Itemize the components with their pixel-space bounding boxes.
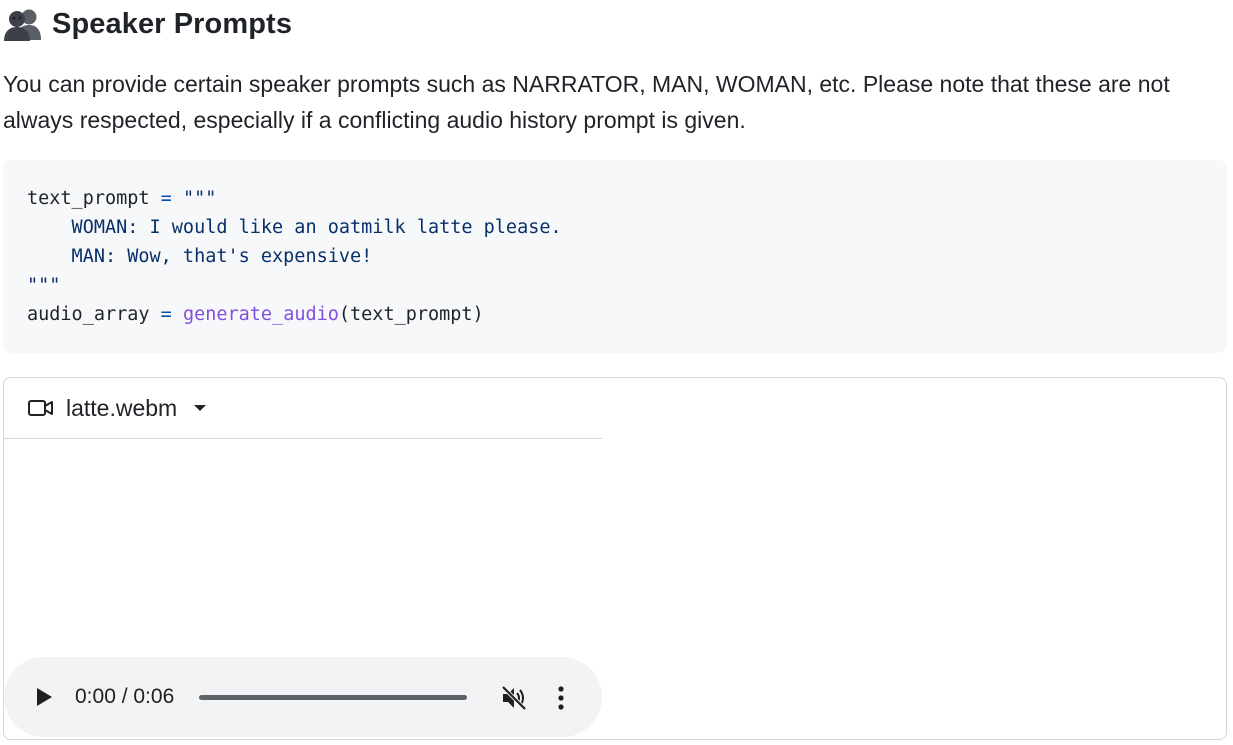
code-string-delimiter: """ bbox=[182, 188, 217, 209]
page-title: Speaker Prompts bbox=[52, 7, 293, 40]
caret-down-icon bbox=[194, 405, 207, 411]
code-block: text_prompt = """ WOMAN: I would like an… bbox=[3, 160, 1227, 353]
muted-speaker-icon[interactable] bbox=[501, 685, 527, 711]
code-variable: audio_array bbox=[27, 304, 150, 325]
play-icon[interactable] bbox=[34, 687, 54, 707]
media-player-controls: 0:00 / 0:06 bbox=[4, 657, 602, 737]
section-description: You can provide certain speaker prompts … bbox=[3, 71, 1170, 133]
more-vertical-icon[interactable] bbox=[556, 685, 566, 711]
code-variable: text_prompt bbox=[27, 188, 150, 209]
code-operator: = bbox=[149, 304, 183, 325]
section-heading: Speaker Prompts bbox=[4, 2, 292, 46]
code-line-2: WOMAN: I would like an oatmilk latte ple… bbox=[27, 217, 562, 238]
file-name: latte.webm bbox=[66, 394, 178, 421]
video-camera-icon bbox=[28, 400, 53, 416]
code-line-4: """ bbox=[27, 275, 61, 296]
code-line-5: audio_array = generate_audio(text_prompt… bbox=[27, 300, 1203, 329]
code-line-1: text_prompt = """ bbox=[27, 184, 1203, 213]
markdown-page: Speaker Prompts You can provide certain … bbox=[0, 0, 1233, 745]
video-attachment: latte.webm 0:00 / 0:06 bbox=[3, 377, 1227, 740]
code-line-3: MAN: Wow, that's expensive! bbox=[27, 246, 373, 267]
code-function: generate_audio bbox=[182, 304, 339, 325]
time-display: 0:00 / 0:06 bbox=[75, 685, 175, 708]
people-icon bbox=[4, 9, 41, 41]
progress-slider[interactable] bbox=[199, 695, 467, 700]
code-operator: = bbox=[149, 188, 183, 209]
code-arguments: (text_prompt) bbox=[338, 304, 484, 325]
file-selector[interactable]: latte.webm bbox=[4, 378, 602, 439]
